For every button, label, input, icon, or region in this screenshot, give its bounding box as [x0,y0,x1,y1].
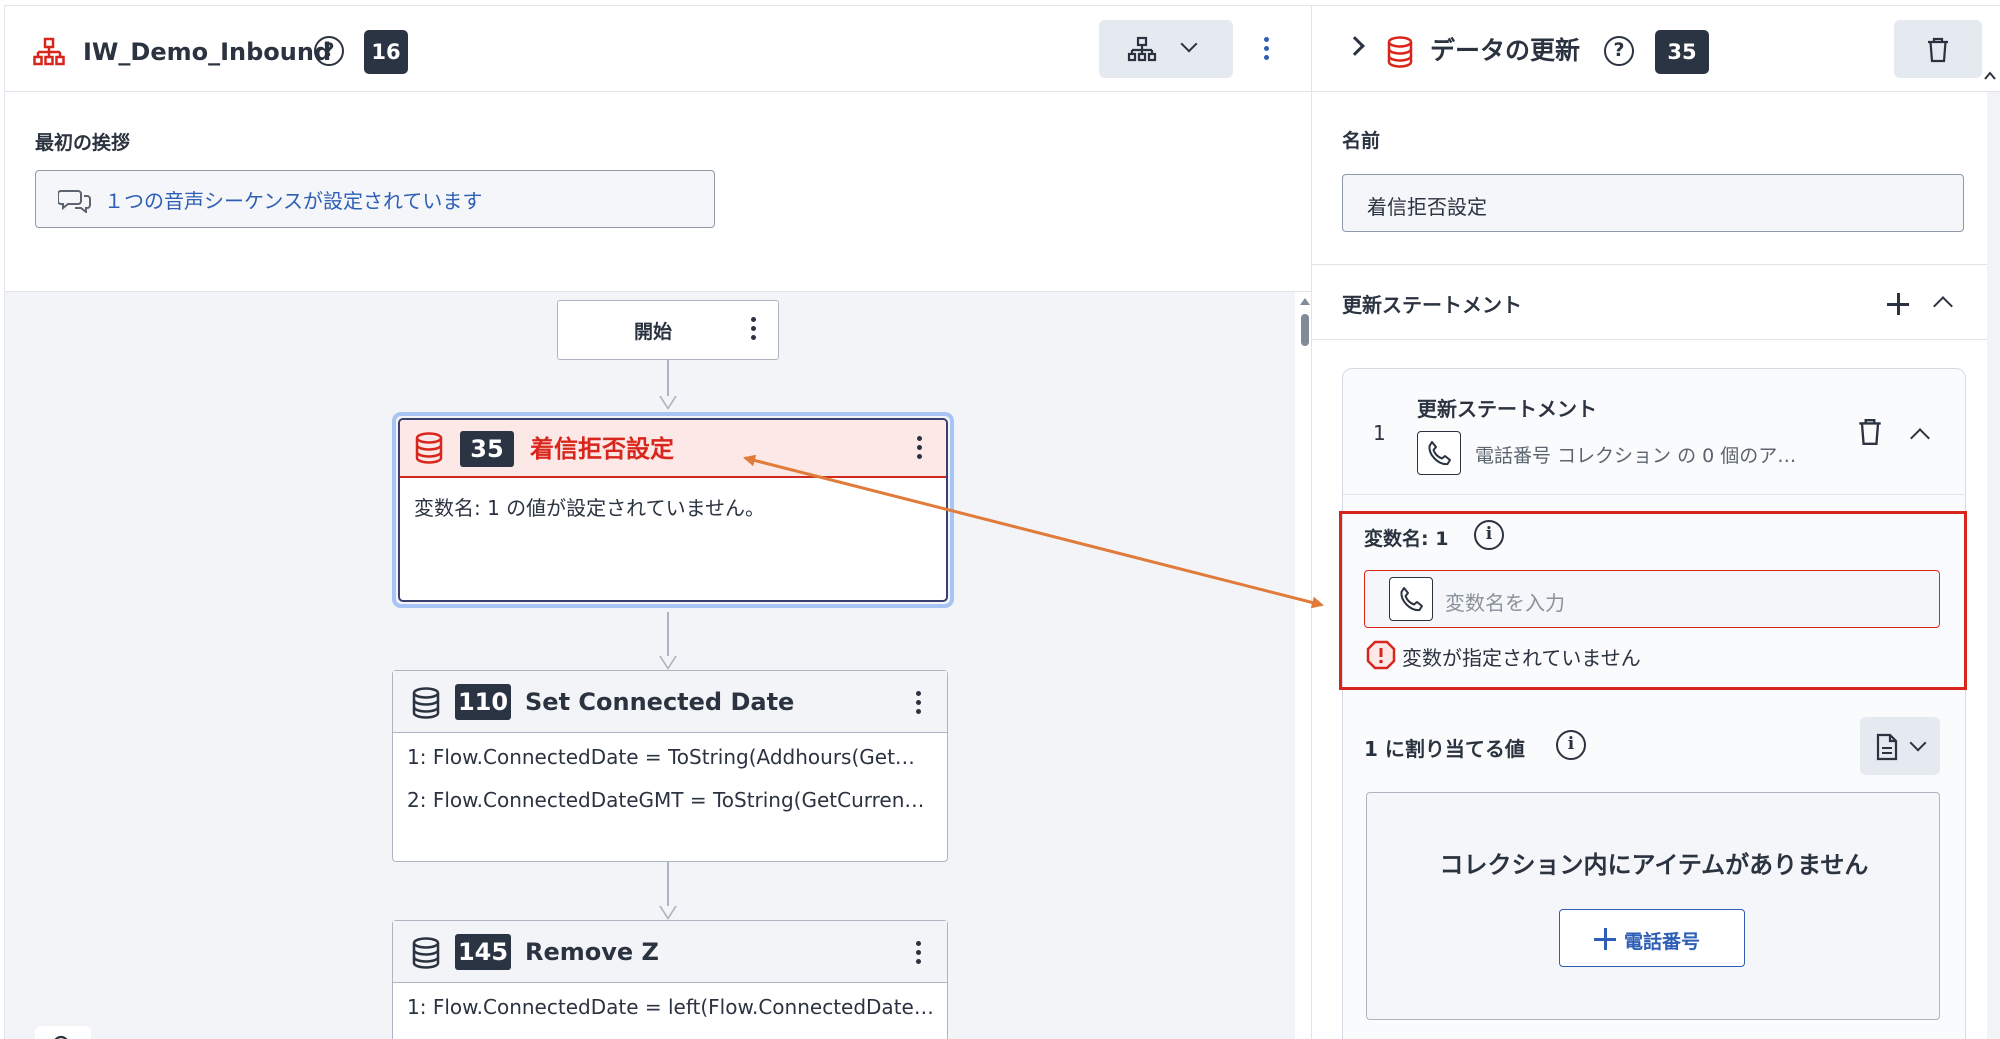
node-selection-ring: 35 着信拒否設定 変数名: 1 の値が設定されていません。 [392,412,954,608]
statements-section-header: 更新ステートメント [1312,264,1987,340]
layout-button[interactable] [1099,20,1233,78]
error-message: 変数が指定されていません [1402,646,1641,670]
node-badge: 35 [460,431,514,467]
statement-summary: 電話番号 コレクション の 0 個のア… [1475,445,1797,467]
panel-badge: 35 [1655,30,1709,74]
connector-arrow-fill [661,656,675,667]
chevron-down-icon [1909,734,1927,752]
chevron-down-icon [1180,35,1198,53]
node-detail-line: 2: Flow.ConnectedDateGMT = ToString(GetC… [407,788,925,812]
chevron-right-icon[interactable] [1345,36,1365,56]
trash-icon [1928,37,1948,63]
node-kebab-icon[interactable] [913,691,923,718]
greeting-label: 最初の挨拶 [35,132,131,154]
help-icon[interactable]: ? [1604,36,1634,66]
phone-icon [1428,441,1451,466]
phone-icon-box [1389,577,1433,621]
statements-label: 更新ステートメント [1342,293,1522,317]
collection-empty-box: コレクション内にアイテムがありません 電話番号 [1366,792,1940,1020]
add-phone-number-button[interactable]: 電話番号 [1559,909,1745,967]
info-icon[interactable]: i [1474,520,1504,550]
name-input[interactable]: 着信拒否設定 [1342,174,1964,232]
scroll-up-icon[interactable] [1300,298,1310,305]
value-type-button[interactable] [1860,717,1940,775]
plus-icon [1594,928,1616,950]
document-icon [1876,733,1898,761]
node-header: 145 Remove Z [393,921,947,983]
layout-icon [1127,36,1157,62]
node-title: Remove Z [525,938,659,966]
variable-label: 変数名: 1 [1364,528,1449,550]
start-label: 開始 [633,321,672,343]
variable-name-input[interactable]: 変数名を入力 [1364,570,1940,628]
chat-bubbles-icon [58,190,91,213]
node-kebab-icon[interactable] [914,436,924,463]
flow-editor-pane: IW_Demo_Inbound ? 16 最初の挨拶 １つの音声シーケンスが設定… [4,5,1312,1039]
chevron-up-icon[interactable] [1933,296,1953,316]
add-phone-number-label: 電話番号 [1624,931,1701,953]
database-icon [415,432,443,464]
node-detail-line: 1: Flow.ConnectedDate = left(Flow.Connec… [407,995,934,1019]
phone-icon-box [1417,431,1461,475]
statement-title: 更新ステートメント [1417,397,1597,421]
statement-number: 1 [1373,421,1386,445]
name-input-value: 着信拒否設定 [1367,195,1487,219]
node-header: 110 Set Connected Date [393,671,947,733]
assign-value-label: 1 に割り当てる値 [1364,737,1525,761]
start-node[interactable]: 開始 [557,300,779,360]
statement-card-header: 1 更新ステートメント 電話番号 コレクション の 0 個のア… [1343,369,1964,495]
node-title: 着信拒否設定 [530,435,674,463]
phone-icon [1400,587,1423,612]
plus-icon[interactable] [1887,293,1909,315]
connector-arrow-fill [661,906,675,917]
node-badge: 110 [455,684,511,720]
scroll-thumb[interactable] [1301,314,1309,346]
properties-header: データの更新 ? 35 [1312,6,2000,92]
node-detail-line: 1: Flow.ConnectedDate = ToString(Addhour… [407,745,915,769]
node-badge: 145 [455,934,511,970]
node-kebab-icon[interactable] [748,317,758,344]
node-kebab-icon[interactable] [913,941,923,968]
connector-arrow-fill [661,396,675,407]
panel-title: データの更新 [1430,36,1581,65]
canvas-scrollbar[interactable] [1295,292,1312,1039]
greeting-section: 最初の挨拶 １つの音声シーケンスが設定されています [5,92,1312,292]
node-detail-line: 変数名: 1 の値が設定されていません。 [414,496,765,520]
panel-scrollbar[interactable] [1987,92,2000,1039]
database-icon [1387,36,1413,68]
help-icon[interactable]: ? [314,36,344,66]
database-icon [412,687,440,719]
error-icon [1366,640,1396,670]
greeting-value: １つの音声シーケンスが設定されています [104,189,483,213]
chevron-up-icon[interactable] [1910,428,1930,448]
flow-count-badge: 16 [364,30,408,74]
variable-name-placeholder: 変数名を入力 [1445,591,1565,615]
info-icon[interactable]: i [1556,730,1586,760]
kebab-menu-icon[interactable] [1261,37,1271,64]
app-root: IW_Demo_Inbound ? 16 最初の挨拶 １つの音声シーケンスが設定… [0,0,2000,1039]
flow-node-35[interactable]: 35 着信拒否設定 変数名: 1 の値が設定されていません。 [398,418,948,602]
flow-name: IW_Demo_Inbound [83,38,332,66]
database-icon [412,937,440,969]
flow-hierarchy-icon [33,37,65,66]
node-title: Set Connected Date [525,688,795,716]
flow-node-110[interactable]: 110 Set Connected Date 1: Flow.Connected… [392,670,948,862]
greeting-field[interactable]: １つの音声シーケンスが設定されています [35,170,715,228]
flow-node-145[interactable]: 145 Remove Z 1: Flow.ConnectedDate = lef… [392,920,948,1039]
trash-icon[interactable] [1857,417,1883,447]
flow-canvas[interactable]: 開始 35 着信拒否設定 変数名: 1 の値が設定されていません。 110 Se… [5,292,1295,1039]
empty-collection-text: コレクション内にアイテムがありません [1439,851,1869,879]
zoom-button[interactable] [35,1026,91,1039]
zoom-search-icon [54,1035,68,1039]
name-label: 名前 [1342,130,1381,152]
node-header: 35 着信拒否設定 [400,420,946,478]
scroll-up-icon[interactable] [1982,68,1998,84]
delete-button[interactable] [1894,20,1982,78]
flow-header: IW_Demo_Inbound ? 16 [5,6,1312,92]
